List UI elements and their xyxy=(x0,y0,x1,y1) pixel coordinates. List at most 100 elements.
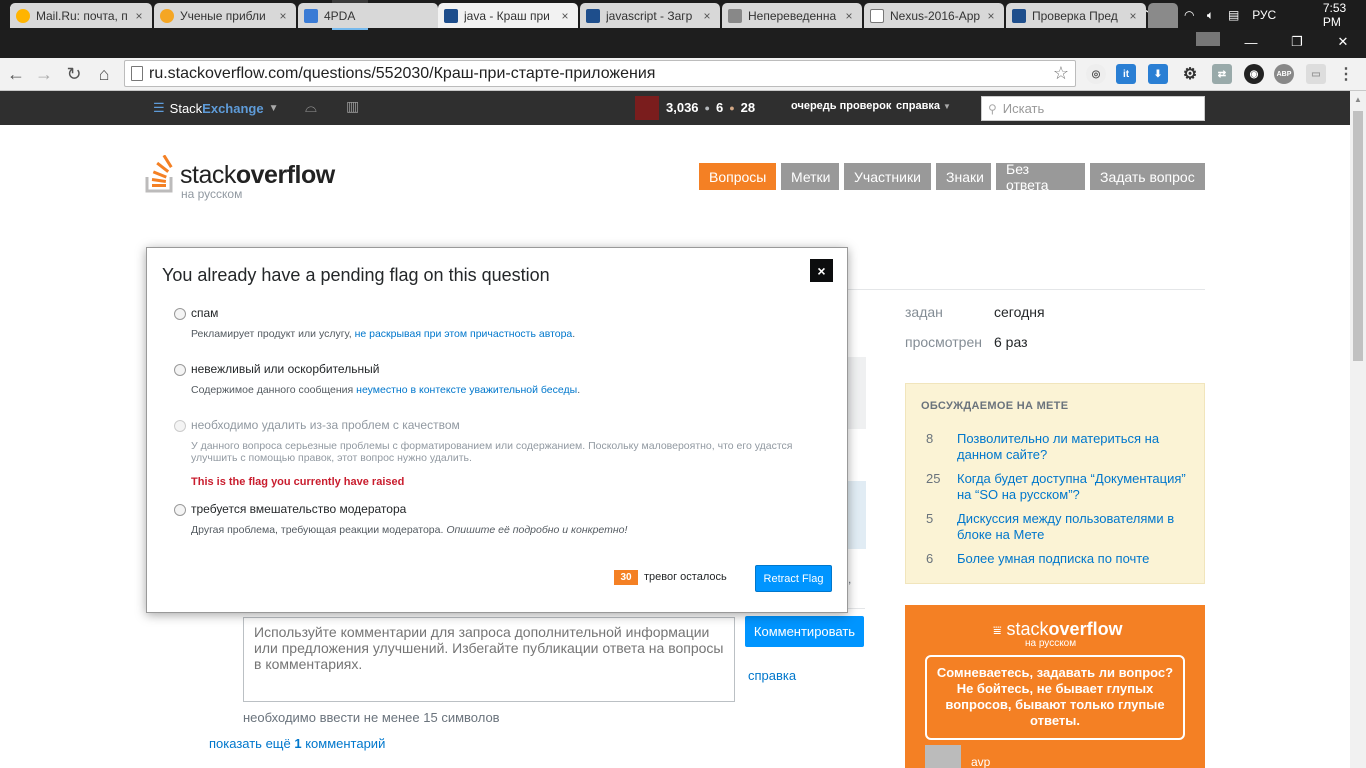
radio-button[interactable] xyxy=(174,504,186,516)
comment-textarea[interactable] xyxy=(243,617,735,702)
min-chars-hint: необходимо ввести не менее 15 символов xyxy=(243,710,500,725)
close-window-icon[interactable]: ✕ xyxy=(1320,30,1366,54)
radio-button[interactable] xyxy=(174,308,186,320)
download-icon[interactable]: ⬇ xyxy=(1148,64,1168,84)
scroll-up-icon[interactable]: ▲ xyxy=(1354,95,1362,104)
extension-color-icon[interactable]: ◉ xyxy=(1244,64,1264,84)
bookmark-star-icon[interactable]: ☆ xyxy=(1053,63,1069,84)
extension-gray-icon[interactable]: ▭ xyxy=(1306,64,1326,84)
nav-questions[interactable]: Вопросы xyxy=(699,163,776,190)
wifi-icon[interactable]: ◠ xyxy=(1179,8,1200,22)
meta-discussion-box: ОБСУЖДАЕМОЕ НА МЕТЕ 8 Позволительно ли ма… xyxy=(905,383,1205,584)
ad-message: Сомневаетесь, задавать ли вопрос? Не бой… xyxy=(925,655,1185,740)
forward-icon[interactable]: → xyxy=(32,62,56,86)
nav-tags[interactable]: Метки xyxy=(781,163,839,190)
option-label[interactable]: невежливый или оскорбительный xyxy=(191,362,379,376)
show-more-comments-link[interactable]: показать ещё 1 комментарий xyxy=(209,736,385,751)
clock[interactable]: 7:53 PM xyxy=(1323,1,1366,29)
extension-bell-icon[interactable]: ◎ xyxy=(1086,64,1106,84)
review-queue-link[interactable]: очередь проверок xyxy=(791,100,891,112)
option-description: Содержимое данного сообщения неуместно в… xyxy=(191,384,581,396)
search-input[interactable]: ⚲ Искать xyxy=(981,96,1205,121)
language-indicator[interactable]: РУС xyxy=(1252,8,1291,22)
close-tab-icon[interactable]: × xyxy=(842,9,856,23)
minimize-icon[interactable]: — xyxy=(1228,30,1274,54)
close-tab-icon[interactable]: × xyxy=(558,9,572,23)
radio-button xyxy=(174,420,186,432)
ask-question-button[interactable]: Задать вопрос xyxy=(1090,163,1205,190)
add-comment-button[interactable]: Комментировать xyxy=(745,616,864,647)
bronze-badge-icon: ● xyxy=(729,102,735,113)
volume-icon[interactable]: 🔈︎ xyxy=(1200,8,1221,23)
browser-tab[interactable]: Mail.Ru: почта, п × xyxy=(10,3,152,28)
browser-tab[interactable]: javascript - Загр × xyxy=(580,3,720,28)
description-link[interactable]: неуместно в контексте уважительной бесед… xyxy=(356,384,577,396)
ad-logo: ⩸ stackoverflow xyxy=(993,619,1123,639)
browser-tab-active[interactable]: java - Краш при × xyxy=(438,3,578,28)
site-logo[interactable]: stackoverflow на русском xyxy=(145,155,345,203)
achievements-icon[interactable]: ▥ xyxy=(346,98,359,115)
separator-text: , xyxy=(848,572,852,586)
help-menu[interactable]: справка ▼ xyxy=(896,100,951,112)
browser-tab[interactable]: Непереведенна × xyxy=(722,3,862,28)
close-tab-icon[interactable]: × xyxy=(700,9,714,23)
close-tab-icon[interactable]: × xyxy=(984,9,998,23)
retract-flag-button[interactable]: Retract Flag xyxy=(755,565,832,592)
brand-exchange: Exchange xyxy=(202,100,264,116)
asked-row: задан сегодня xyxy=(905,304,1045,320)
browser-tab-strip xyxy=(0,30,1366,58)
browser-tab[interactable]: Проверка Пред × xyxy=(1006,3,1146,28)
browser-tab[interactable]: Nexus-2016-App × xyxy=(864,3,1004,28)
nav-users[interactable]: Участники xyxy=(844,163,931,190)
description-link[interactable]: не раскрывая при этом причастность автор… xyxy=(355,328,573,340)
option-description: Другая проблема, требующая реакции модер… xyxy=(191,524,628,536)
reload-icon[interactable]: ↻ xyxy=(62,62,86,86)
option-label[interactable]: требуется вмешательство модератора xyxy=(191,502,406,516)
nav-unanswered[interactable]: Без ответа xyxy=(996,161,1085,193)
stackoverflow-logo-icon xyxy=(145,155,173,193)
scrollbar-thumb[interactable] xyxy=(1353,111,1363,361)
page-scrollbar[interactable]: ▲ xyxy=(1350,91,1366,768)
close-tab-icon[interactable]: × xyxy=(276,9,290,23)
community-ad[interactable]: ⩸ stackoverflow на русском Сомневаетесь,… xyxy=(905,605,1205,768)
radio-button[interactable] xyxy=(174,364,186,376)
close-icon[interactable]: × xyxy=(810,259,833,282)
ad-logo-subtitle: на русском xyxy=(1025,638,1077,649)
close-tab-icon[interactable]: × xyxy=(132,9,146,23)
adblock-icon[interactable]: ABP xyxy=(1274,64,1294,84)
gear-icon[interactable]: ⚙ xyxy=(1180,64,1200,84)
home-icon[interactable]: ⌂ xyxy=(92,62,116,86)
nav-badges[interactable]: Знаки xyxy=(936,163,991,190)
page-info-icon[interactable] xyxy=(131,66,143,81)
stackexchange-topbar: ☰ Stack Exchange ▼ ⌓ ▥ 3,036 ● 6 ● 28 оче… xyxy=(0,91,1350,125)
maximize-icon[interactable]: ❐ xyxy=(1274,30,1320,54)
new-tab-button[interactable] xyxy=(1148,3,1178,28)
doc-icon xyxy=(870,8,884,23)
menu-icon[interactable]: ⋮ xyxy=(1336,64,1356,84)
flag-dialog: You already have a pending flag on this … xyxy=(146,247,848,613)
stackexchange-menu[interactable]: ☰ Stack Exchange ▼ xyxy=(153,100,279,116)
reputation-count: 3,036 xyxy=(666,100,699,115)
reputation-badges[interactable]: 3,036 ● 6 ● 28 xyxy=(666,100,755,115)
caret-down-icon: ▼ xyxy=(943,102,951,111)
comment-help-link[interactable]: справка xyxy=(748,668,796,683)
close-tab-icon[interactable]: × xyxy=(1126,9,1140,23)
caret-down-icon: ▼ xyxy=(268,102,279,114)
so-icon xyxy=(1012,8,1026,23)
url-text: ru.stackoverflow.com/questions/552030/Кр… xyxy=(149,64,656,82)
extension-sync-icon[interactable]: ⇄ xyxy=(1212,64,1232,84)
browser-tab[interactable]: 4PDA xyxy=(298,3,438,28)
option-label[interactable]: спам xyxy=(191,306,218,320)
extension-it-icon[interactable]: it xyxy=(1116,64,1136,84)
address-bar[interactable]: ru.stackoverflow.com/questions/552030/Кр… xyxy=(124,60,1076,87)
profile-icon[interactable] xyxy=(1196,32,1220,46)
brand-stack: Stack xyxy=(169,100,203,116)
avatar[interactable] xyxy=(635,96,659,120)
back-icon[interactable]: ← xyxy=(4,62,28,86)
mail-icon xyxy=(16,8,30,23)
meta-icon xyxy=(728,8,742,23)
browser-tab[interactable]: Ученые прибли × xyxy=(154,3,296,28)
search-icon: ⚲ xyxy=(988,101,997,116)
notifications-icon[interactable]: ▤ xyxy=(1221,8,1246,22)
inbox-icon[interactable]: ⌓ xyxy=(305,99,317,116)
